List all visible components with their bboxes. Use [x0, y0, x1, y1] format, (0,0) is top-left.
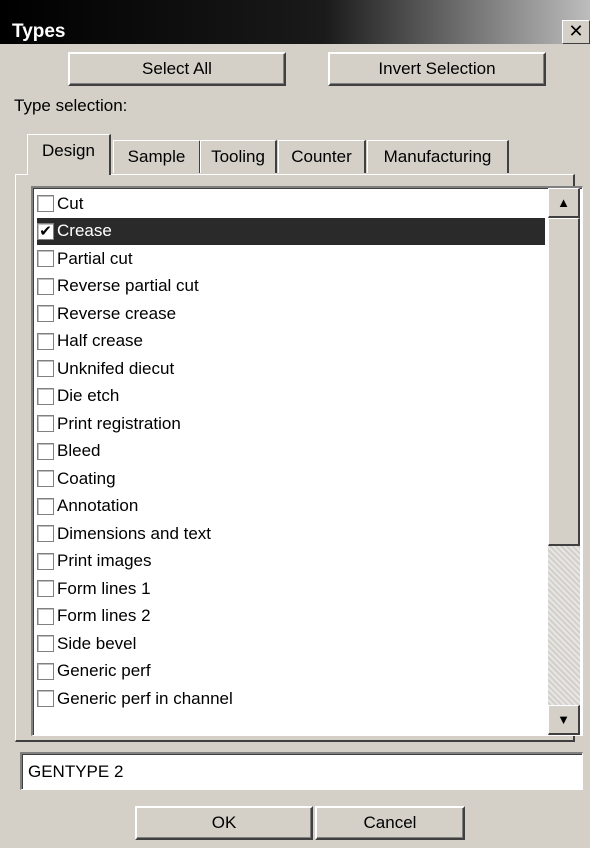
- list-item[interactable]: Coating: [37, 465, 545, 493]
- list-item-label: Partial cut: [57, 248, 133, 268]
- scroll-up-button[interactable]: ▲: [548, 188, 580, 218]
- list-item-label: Reverse partial cut: [57, 276, 199, 296]
- list-item-label: Form lines 1: [57, 578, 151, 598]
- list-item[interactable]: Die etch: [37, 383, 545, 411]
- checkbox[interactable]: [37, 525, 54, 543]
- checkbox[interactable]: [37, 250, 54, 268]
- list-item-label: Unknifed diecut: [57, 358, 175, 378]
- close-icon: ✕: [568, 21, 584, 41]
- list-item[interactable]: Side bevel: [37, 630, 545, 658]
- list-item[interactable]: Print images: [37, 548, 545, 576]
- list-item-label: Form lines 2: [57, 606, 151, 626]
- checkbox[interactable]: [37, 470, 54, 488]
- list-item[interactable]: Form lines 2: [37, 603, 545, 631]
- list-item-label: Annotation: [57, 496, 139, 516]
- list-item-label: Print images: [57, 551, 152, 571]
- list-item[interactable]: ✔ Crease: [37, 217, 545, 245]
- list-item-label: Reverse crease: [57, 303, 177, 323]
- ok-button[interactable]: OK: [135, 806, 313, 840]
- list-item[interactable]: Print registration: [37, 410, 545, 438]
- scroll-down-button[interactable]: ▼: [548, 705, 580, 735]
- list-item-label: Dimensions and text: [57, 523, 212, 543]
- list-item[interactable]: Annotation: [37, 493, 545, 521]
- tab-manufacturing[interactable]: Manufacturing: [367, 140, 509, 173]
- list-item[interactable]: Partial cut: [37, 245, 545, 273]
- checkbox[interactable]: [37, 497, 54, 515]
- list-item[interactable]: Unknifed diecut: [37, 355, 545, 383]
- tab-tooling[interactable]: Tooling: [200, 140, 277, 173]
- list-item-label: Generic perf in channel: [57, 688, 233, 708]
- arrow-down-icon: ▼: [557, 712, 570, 727]
- list-item-label: Half crease: [57, 331, 143, 351]
- checkbox[interactable]: [37, 195, 54, 213]
- window-title: Types: [12, 21, 66, 42]
- list-item-label: Bleed: [57, 441, 101, 461]
- checkbox[interactable]: [37, 360, 54, 378]
- list-item[interactable]: Reverse partial cut: [37, 273, 545, 301]
- list-item[interactable]: Bleed: [37, 438, 545, 466]
- tab-design[interactable]: Design: [27, 134, 111, 175]
- checkmark-icon: ✔: [39, 222, 52, 240]
- list-item-label: Cut: [57, 193, 84, 213]
- checkbox[interactable]: [37, 305, 54, 323]
- checkbox[interactable]: [37, 635, 54, 653]
- checkbox[interactable]: [37, 552, 54, 570]
- list-item[interactable]: Cut: [37, 190, 545, 218]
- list-item[interactable]: Generic perf in channel: [37, 685, 545, 713]
- checkbox[interactable]: [37, 690, 54, 708]
- list-item-label: Crease: [57, 221, 112, 241]
- scroll-thumb[interactable]: [548, 218, 580, 546]
- checkbox[interactable]: [37, 607, 54, 625]
- checkbox[interactable]: [37, 662, 54, 680]
- list-item-label: Side bevel: [57, 633, 137, 653]
- type-name-field[interactable]: GENTYPE 2: [20, 752, 583, 790]
- tab-counter[interactable]: Counter: [278, 140, 366, 173]
- arrow-up-icon: ▲: [557, 195, 570, 210]
- list-item[interactable]: Generic perf: [37, 658, 545, 686]
- vertical-scrollbar[interactable]: ▲ ▼: [548, 188, 580, 735]
- list-item[interactable]: Reverse crease: [37, 300, 545, 328]
- tab-sample[interactable]: Sample: [113, 140, 201, 173]
- list-item-label: Generic perf: [57, 661, 151, 681]
- checkbox[interactable]: [37, 415, 54, 433]
- checkbox-checked[interactable]: ✔: [37, 222, 54, 240]
- type-selection-label: Type selection:: [14, 96, 128, 115]
- checkbox[interactable]: [37, 580, 54, 598]
- list-item-label: Print registration: [57, 413, 181, 433]
- checkbox[interactable]: [37, 332, 54, 350]
- list-item[interactable]: Form lines 1: [37, 575, 545, 603]
- list-item-label: Coating: [57, 468, 116, 488]
- list-item[interactable]: Half crease: [37, 328, 545, 356]
- checkbox[interactable]: [37, 442, 54, 460]
- type-list: Cut ✔ Crease Partial cut Reverse partial cut…: [37, 190, 545, 713]
- close-button[interactable]: ✕: [562, 20, 590, 44]
- list-item[interactable]: Dimensions and text: [37, 520, 545, 548]
- list-item-label: Die etch: [57, 386, 120, 406]
- cancel-button[interactable]: Cancel: [315, 806, 465, 840]
- type-listbox[interactable]: Cut ✔ Crease Partial cut Reverse partial cut…: [31, 186, 583, 736]
- checkbox[interactable]: [37, 277, 54, 295]
- select-all-button[interactable]: Select All: [68, 52, 286, 86]
- title-bar: Types ✕: [0, 0, 590, 44]
- invert-selection-button[interactable]: Invert Selection: [328, 52, 546, 86]
- checkbox[interactable]: [37, 387, 54, 405]
